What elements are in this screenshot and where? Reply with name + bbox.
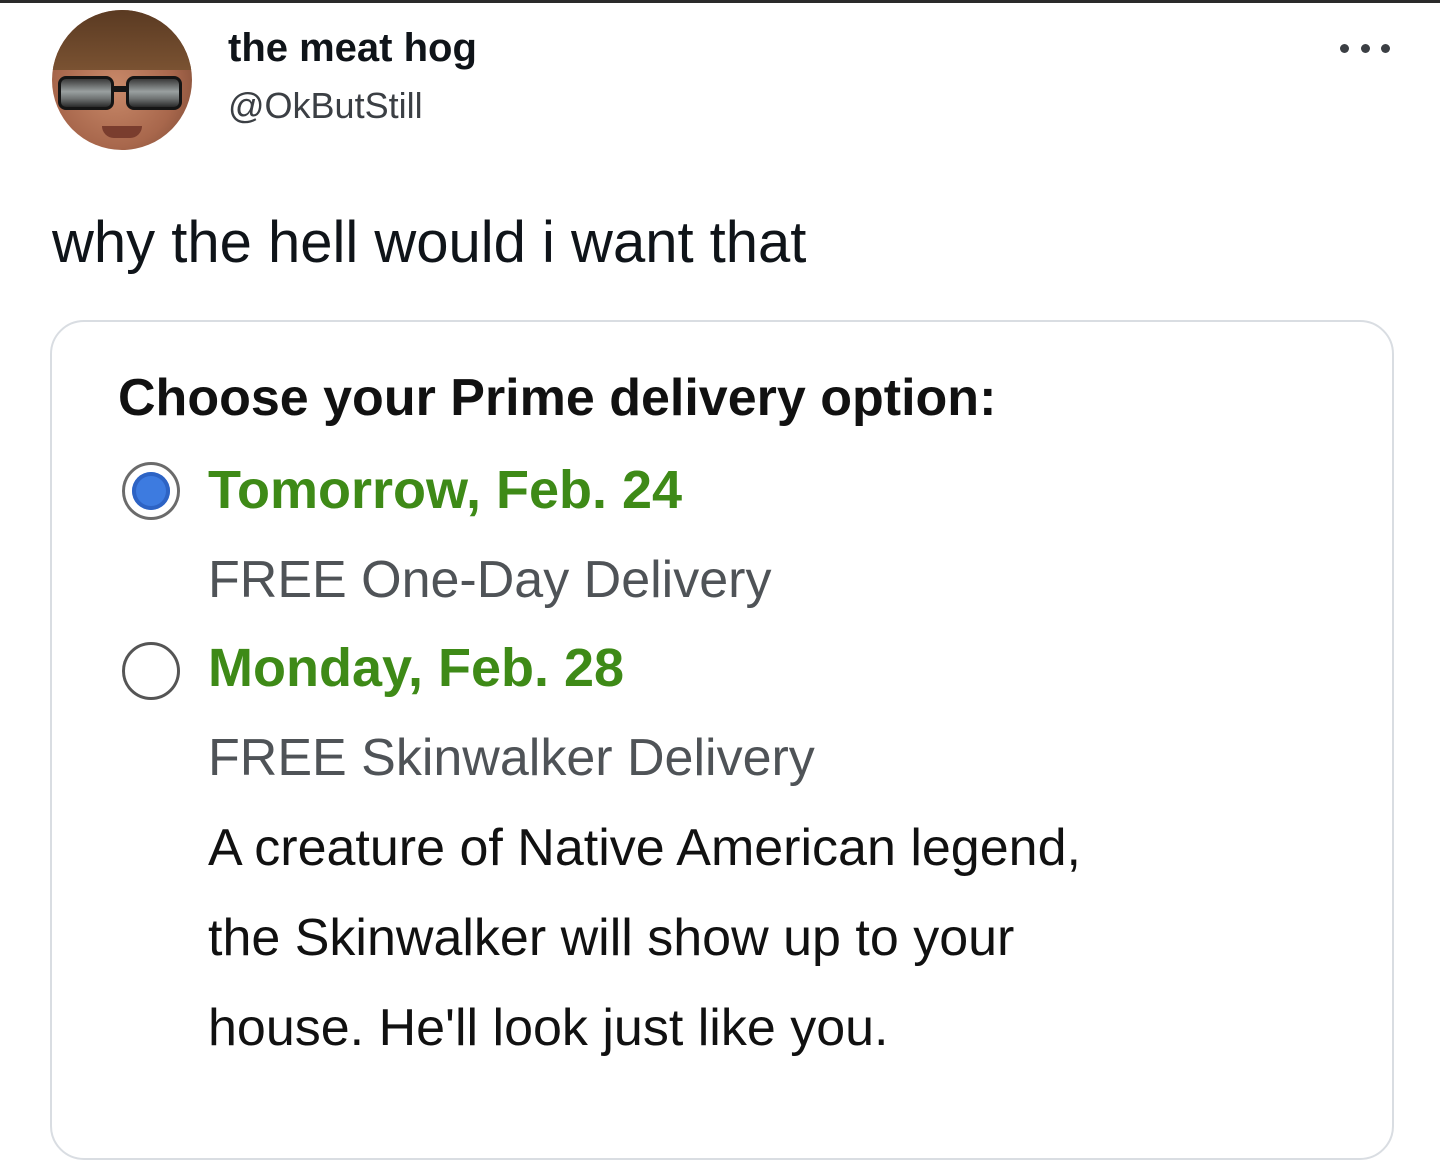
sunglasses-icon [58, 76, 186, 110]
option-type-skinwalker: FREE Skinwalker Delivery [208, 729, 815, 787]
avatar-hair [52, 10, 192, 70]
radio-option-tomorrow[interactable] [122, 462, 180, 520]
option-description-line: A creature of Native American legend, [208, 819, 1081, 877]
display-name[interactable]: the meat hog [228, 24, 477, 72]
card-title: Choose your Prime delivery option: [118, 369, 997, 427]
avatar[interactable] [52, 10, 192, 150]
option-description-line: house. He'll look just like you. [208, 999, 889, 1057]
option-date-monday[interactable]: Monday, Feb. 28 [208, 636, 624, 700]
option-date-tomorrow[interactable]: Tomorrow, Feb. 24 [208, 458, 682, 522]
avatar-mouth [102, 126, 142, 138]
option-type-one-day: FREE One-Day Delivery [208, 551, 772, 609]
ellipsis-icon[interactable] [1340, 38, 1390, 58]
user-handle[interactable]: @OkButStill [228, 84, 423, 128]
option-description-line: the Skinwalker will show up to your [208, 909, 1015, 967]
tweet-text: why the hell would i want that [52, 210, 807, 275]
top-border [0, 0, 1440, 3]
radio-option-monday[interactable] [122, 642, 180, 700]
